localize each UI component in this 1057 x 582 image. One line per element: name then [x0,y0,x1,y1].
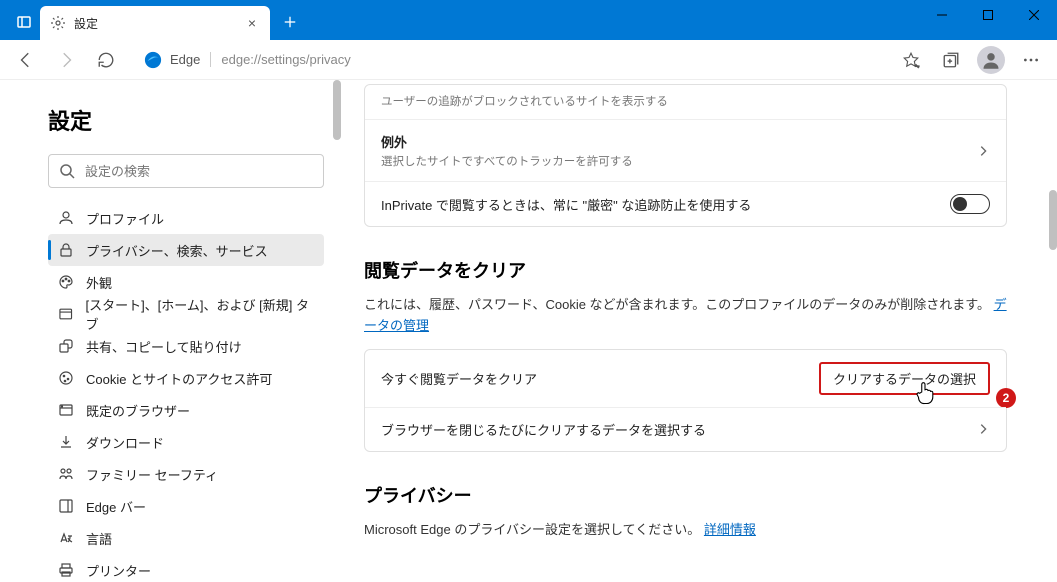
profile-avatar[interactable] [977,46,1005,74]
sidebar-item-label: [スタート]、[ホーム]、および [新規] タブ [85,295,314,333]
page-title: 設定 [48,104,324,136]
sidebar-item-edgebar[interactable]: Edge バー [48,490,324,522]
sidebar-item-label: ダウンロード [86,433,164,452]
sidebar-item-appearance[interactable]: 外観 [48,266,324,298]
close-button[interactable] [1011,0,1057,30]
url-text: edge://settings/privacy [221,52,350,67]
page-scrollbar[interactable] [1049,190,1057,250]
clear-on-close-title: ブラウザーを閉じるたびにクリアするデータを選択する [381,420,706,439]
privacy-desc-text: Microsoft Edge のプライバシー設定を選択してください。 [364,522,700,537]
exceptions-sub: 選択したサイトですべてのトラッカーを許可する [381,153,633,169]
edge-logo-icon [144,51,162,69]
exceptions-row[interactable]: 例外 選択したサイトですべてのトラッカーを許可する [365,119,1006,181]
clear-section: 今すぐ閲覧データをクリア クリアするデータの選択 2 ブラウザーを閉じるたびにク… [364,349,1007,452]
tab-strip: 設定 × [0,0,306,40]
search-input[interactable] [85,164,313,179]
language-icon [58,530,74,546]
edgebar-icon [58,498,74,514]
sidebar-item-printer[interactable]: プリンター [48,554,324,582]
lock-icon [58,242,74,258]
sidebar-item-label: プリンター [86,561,151,580]
sidebar-item-label: 既定のブラウザー [86,401,190,420]
search-icon [59,163,75,179]
forward-button[interactable] [48,44,84,76]
chevron-right-icon [976,422,990,436]
maximize-button[interactable] [965,0,1011,30]
content: 設定 プロファイル プライバシー、検索、サービス 外観 [スタート]、[ホーム]… [0,80,1057,582]
address-bar[interactable]: Edge edge://settings/privacy [134,45,883,75]
sidebar-item-privacy[interactable]: プライバシー、検索、サービス [48,234,324,266]
profile-icon [58,210,74,226]
chevron-right-icon [976,144,990,158]
sidebar-item-family[interactable]: ファミリー セーフティ [48,458,324,490]
main-content: ユーザーの追跡がブロックされているサイトを表示する 例外 選択したサイトですべて… [340,80,1057,582]
privacy-desc: Microsoft Edge のプライバシー設定を選択してください。 詳細情報 [364,520,1007,541]
clear-now-row: 今すぐ閲覧データをクリア クリアするデータの選択 2 [365,350,1006,407]
family-icon [58,466,74,482]
sidebar-item-label: 外観 [86,273,112,292]
inprivate-title: InPrivate で閲覧するときは、常に "厳密" な追跡防止を使用する [381,195,751,214]
sidebar-item-language[interactable]: 言語 [48,522,324,554]
collections-button[interactable] [933,44,969,76]
appearance-icon [58,274,74,290]
share-icon [58,338,74,354]
tracking-row[interactable]: ユーザーの追跡がブロックされているサイトを表示する [365,85,1006,119]
more-button[interactable] [1013,44,1049,76]
gear-icon [50,15,66,31]
clear-header: 閲覧データをクリア [364,257,1007,283]
sidebar-item-label: 言語 [86,529,112,548]
inprivate-row: InPrivate で閲覧するときは、常に "厳密" な追跡防止を使用する [365,181,1006,226]
sidebar-item-label: プロファイル [86,209,164,228]
new-tab-button[interactable] [274,6,306,38]
clear-desc-text: これには、履歴、パスワード、Cookie などが含まれます。このプロファイルのデ… [364,297,990,312]
address-label: Edge [170,52,211,67]
tracking-section: ユーザーの追跡がブロックされているサイトを表示する 例外 選択したサイトですべて… [364,84,1007,227]
sidebar-scrollbar[interactable] [333,80,341,140]
sidebar-item-label: 共有、コピーして貼り付け [86,337,242,356]
sidebar: 設定 プロファイル プライバシー、検索、サービス 外観 [スタート]、[ホーム]… [0,80,340,582]
sidebar-item-start[interactable]: [スタート]、[ホーム]、および [新規] タブ [48,298,324,330]
privacy-header: プライバシー [364,482,1007,508]
sidebar-item-profile[interactable]: プロファイル [48,202,324,234]
tab-title: 設定 [74,15,244,32]
toolbar: Edge edge://settings/privacy [0,40,1057,80]
printer-icon [58,562,74,578]
sidebar-item-label: Edge バー [86,497,146,516]
download-icon [58,434,74,450]
exceptions-title: 例外 [381,132,633,151]
titlebar: 設定 × [0,0,1057,40]
sidebar-item-label: Cookie とサイトのアクセス許可 [86,369,272,388]
search-box[interactable] [48,154,324,188]
sidebar-item-label: ファミリー セーフティ [86,465,218,484]
clear-desc: これには、履歴、パスワード、Cookie などが含まれます。このプロファイルのデ… [364,295,1007,337]
cookie-icon [58,370,74,386]
annotation-badge: 2 [996,388,1016,408]
sidebar-item-default-browser[interactable]: 既定のブラウザー [48,394,324,426]
tab-settings[interactable]: 設定 × [40,6,270,40]
tab-actions-button[interactable] [8,6,40,38]
sidebar-item-downloads[interactable]: ダウンロード [48,426,324,458]
inprivate-toggle[interactable] [950,194,990,214]
tab-icon [58,306,73,322]
minimize-button[interactable] [919,0,965,30]
choose-clear-data-button[interactable]: クリアするデータの選択 [819,362,990,395]
sidebar-item-share[interactable]: 共有、コピーして貼り付け [48,330,324,362]
refresh-button[interactable] [88,44,124,76]
clear-on-close-row[interactable]: ブラウザーを閉じるたびにクリアするデータを選択する [365,407,1006,451]
back-button[interactable] [8,44,44,76]
sidebar-item-cookies[interactable]: Cookie とサイトのアクセス許可 [48,362,324,394]
sidebar-item-label: プライバシー、検索、サービス [86,241,268,260]
window-controls [919,0,1057,30]
close-icon[interactable]: × [244,15,260,31]
tracking-sub: ユーザーの追跡がブロックされているサイトを表示する [381,93,668,109]
privacy-link[interactable]: 詳細情報 [704,522,756,537]
browser-icon [58,402,74,418]
clear-now-title: 今すぐ閲覧データをクリア [381,369,537,388]
favorites-button[interactable] [893,44,929,76]
